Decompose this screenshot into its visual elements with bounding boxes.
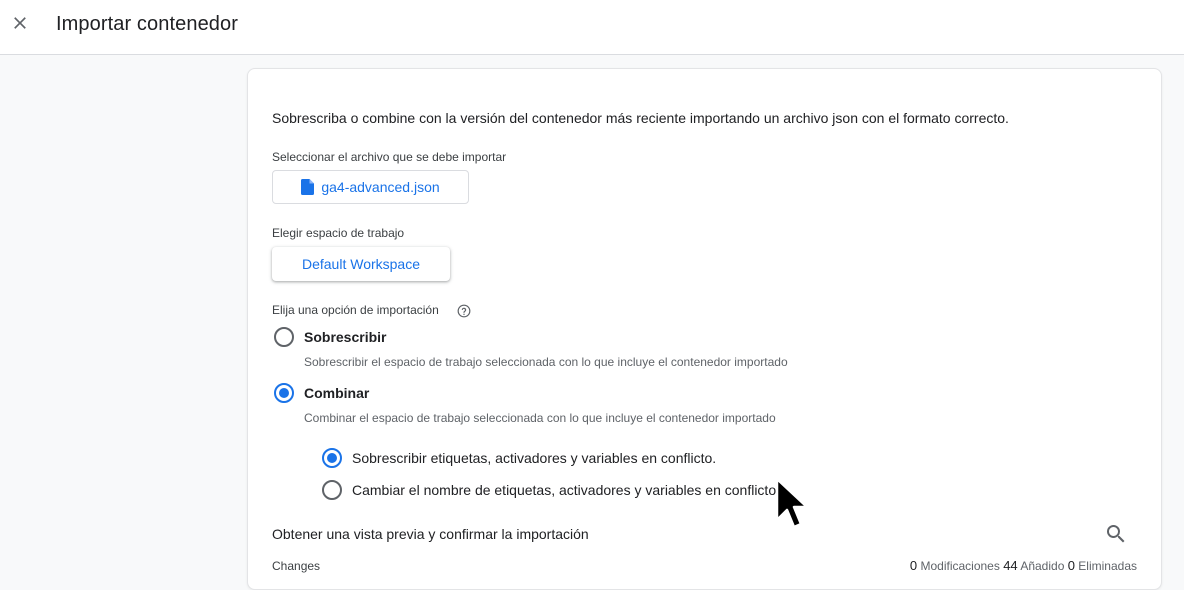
- rename-conflicts-label[interactable]: Cambiar el nombre de etiquetas, activado…: [352, 482, 780, 498]
- workspace-section-label: Elegir espacio de trabajo: [272, 226, 405, 240]
- import-card: Sobrescriba o combine con la versión del…: [247, 68, 1162, 590]
- help-icon[interactable]: [457, 304, 471, 318]
- close-icon[interactable]: [10, 13, 30, 33]
- overwrite-conflicts-label[interactable]: Sobrescribir etiquetas, activadores y va…: [352, 450, 716, 466]
- workspace-name: Default Workspace: [301, 256, 420, 272]
- added-count: 44: [1003, 558, 1018, 573]
- modified-count: 0: [909, 558, 918, 573]
- preview-title: Obtener una vista previa y confirmar la …: [272, 526, 589, 542]
- workspace-select-button[interactable]: Default Workspace: [272, 247, 450, 281]
- file-icon: [301, 179, 315, 195]
- added-label: Añadido: [1020, 559, 1065, 573]
- file-name: ga4-advanced.json: [321, 179, 440, 195]
- close-button[interactable]: [8, 11, 32, 35]
- file-section-label: Seleccionar el archivo que se debe impor…: [272, 150, 507, 164]
- select-file-button[interactable]: ga4-advanced.json: [272, 170, 469, 204]
- search-icon[interactable]: [1104, 522, 1128, 546]
- intro-text: Sobrescriba o combine con la versión del…: [272, 110, 1009, 126]
- deleted-count: 0: [1067, 558, 1075, 573]
- mouse-pointer-icon: [775, 477, 808, 529]
- deleted-label: Eliminadas: [1078, 559, 1137, 573]
- changes-summary: 0 Modificaciones 44 Añadido 0 Eliminadas: [910, 558, 1137, 573]
- changes-label: Changes: [272, 559, 321, 573]
- merge-option-description: Combinar el espacio de trabajo seleccion…: [304, 411, 776, 425]
- page-title: Importar contenedor: [56, 13, 238, 35]
- merge-radio[interactable]: [274, 383, 294, 403]
- overwrite-conflicts-radio[interactable]: [322, 448, 342, 468]
- modified-label: Modificaciones: [920, 559, 1000, 573]
- rename-conflicts-radio[interactable]: [322, 480, 342, 500]
- merge-option-title[interactable]: Combinar: [304, 385, 369, 401]
- overwrite-option-title[interactable]: Sobrescribir: [304, 329, 386, 345]
- import-option-label: Elija una opción de importación: [272, 303, 439, 317]
- overwrite-option-description: Sobrescribir el espacio de trabajo selec…: [304, 355, 788, 369]
- header-bar: Importar contenedor: [0, 0, 1184, 55]
- overwrite-radio[interactable]: [274, 327, 294, 347]
